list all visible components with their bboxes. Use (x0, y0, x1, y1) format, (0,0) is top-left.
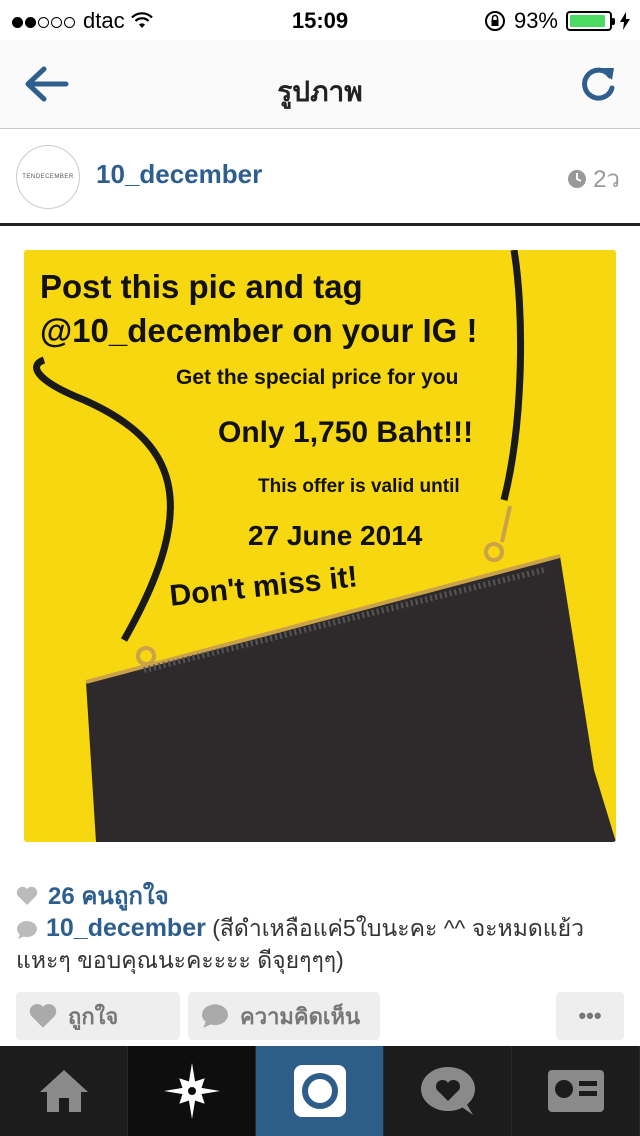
tab-profile[interactable] (512, 1046, 640, 1136)
comment-bubble-icon (202, 1004, 228, 1028)
home-icon (39, 1070, 88, 1112)
battery-percent: 93% (513, 8, 558, 33)
tab-bar (0, 1046, 640, 1136)
photo-text-line-5: This offer is valid until (258, 476, 460, 497)
status-bar: dtac 15:09 93% (0, 0, 640, 40)
tab-home[interactable] (0, 1046, 128, 1136)
tab-camera[interactable] (256, 1046, 384, 1136)
likes-count[interactable]: 26 คนถูกใจ (16, 876, 169, 915)
photo-text-line-2: @10_december on your IG ! (40, 312, 478, 349)
heart-icon (16, 886, 38, 905)
explore-star-icon (163, 1063, 220, 1119)
post-time: 2ว (567, 159, 620, 198)
photo-text-date: 27 June 2014 (248, 520, 423, 551)
orientation-lock-icon (484, 11, 505, 31)
post-actions: ถูกใจ ความคิดเห็น ••• (16, 992, 624, 1040)
more-dots-icon: ••• (578, 1003, 602, 1028)
page-title: รูปภาพ (277, 76, 363, 107)
tab-activity[interactable] (384, 1046, 512, 1136)
bag-body (86, 556, 616, 842)
bag-strap (33, 356, 174, 642)
refresh-icon[interactable] (576, 62, 620, 106)
camera-icon (293, 1065, 346, 1117)
clock-icon (568, 169, 587, 188)
heart-bubble-icon (420, 1067, 475, 1115)
heart-icon (29, 1004, 57, 1028)
post-username[interactable]: 10_december (96, 159, 262, 190)
photo-text-price: Only 1,750 Baht!!! (218, 416, 474, 449)
charging-bolt-icon (620, 12, 630, 30)
post-header: TENDECEMBER 10_december 2ว (0, 129, 640, 226)
navigation-bar: รูปภาพ (0, 40, 640, 129)
photo-text-line-3: Get the special price for you (176, 366, 459, 389)
post-photo[interactable]: Post this pic and tag @10_december on yo… (24, 250, 616, 842)
photo-text-line-1: Post this pic and tag (40, 268, 363, 305)
comment-button[interactable]: ความคิดเห็น (188, 992, 380, 1040)
caption-username[interactable]: 10_december (46, 914, 206, 942)
comment-bubble-icon (17, 920, 37, 939)
tab-explore[interactable] (128, 1046, 256, 1136)
caption: 10_december (สีดำเหลือแค่5ใบนะคะ ^^ จะหม… (16, 912, 626, 976)
avatar-logo-text: TENDECEMBER (22, 174, 74, 180)
like-button[interactable]: ถูกใจ (16, 992, 180, 1040)
comment-button-label: ความคิดเห็น (240, 1003, 360, 1029)
more-options-button[interactable]: ••• (556, 992, 624, 1040)
time-ago-label: 2ว (593, 166, 620, 193)
profile-card-icon (547, 1070, 604, 1112)
like-button-label: ถูกใจ (68, 1003, 119, 1029)
likes-label: 26 คนถูกใจ (48, 883, 169, 910)
avatar[interactable]: TENDECEMBER (16, 145, 80, 209)
battery-icon (566, 11, 615, 31)
